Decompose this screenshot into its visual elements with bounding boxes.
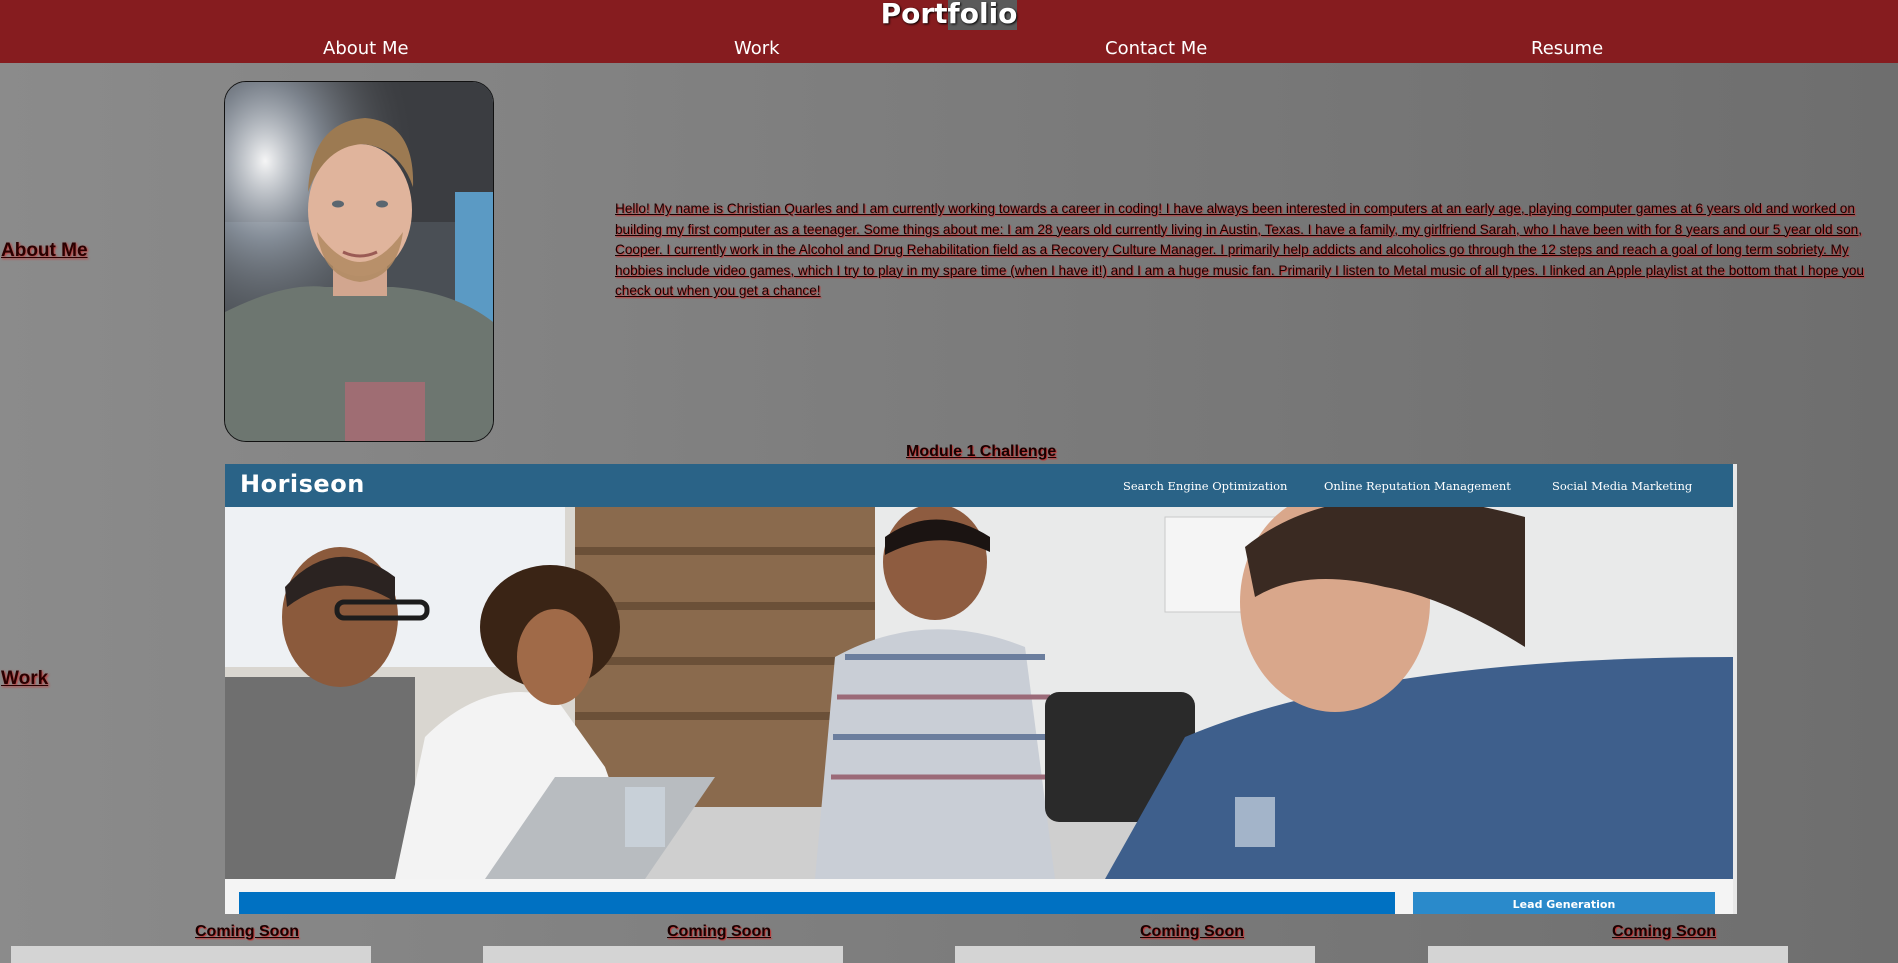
nav-work[interactable]: Work xyxy=(734,38,780,60)
coming-soon-label-1: Coming Soon xyxy=(195,923,299,940)
screenshot-nav-seo: Search Engine Optimization xyxy=(1123,479,1288,493)
project-title-module-1[interactable]: Module 1 Challenge xyxy=(906,443,1056,461)
screenshot-hero-image xyxy=(225,507,1733,879)
screenshot-nav-orm: Online Reputation Management xyxy=(1324,479,1511,493)
site-title-part1: Port xyxy=(880,0,948,30)
screenshot-header: Horiseon Search Engine Optimization Onli… xyxy=(225,464,1733,507)
coming-soon-label-2: Coming Soon xyxy=(667,923,771,940)
site-title: Portfolio xyxy=(0,0,1898,30)
coming-soon-box-3 xyxy=(955,946,1315,963)
screenshot-cta-box: Lead Generation xyxy=(1413,892,1715,914)
nav-about-me[interactable]: About Me xyxy=(323,38,409,60)
coming-soon-label-4: Coming Soon xyxy=(1612,923,1716,940)
coming-soon-label-3: Coming Soon xyxy=(1140,923,1244,940)
site-header: Portfolio About Me Work Contact Me Resum… xyxy=(0,0,1898,63)
profile-photo-illustration xyxy=(225,82,493,441)
coming-soon-box-1 xyxy=(11,946,371,963)
coming-soon-box-4 xyxy=(1428,946,1788,963)
work-heading: Work xyxy=(1,668,49,689)
screenshot-nav-smm: Social Media Marketing xyxy=(1552,479,1693,493)
site-title-part2: folio xyxy=(947,0,1018,30)
nav-contact-me[interactable]: Contact Me xyxy=(1105,38,1207,60)
project-screenshot-horiseon[interactable]: Horiseon Search Engine Optimization Onli… xyxy=(225,464,1737,914)
screenshot-blue-bar xyxy=(239,892,1395,914)
screenshot-brand: Horiseon xyxy=(240,470,365,498)
nav-resume[interactable]: Resume xyxy=(1531,38,1603,60)
profile-photo xyxy=(224,81,494,442)
about-me-bio: Hello! My name is Christian Quarles and … xyxy=(615,201,1864,298)
screenshot-cta-label: Lead Generation xyxy=(1512,898,1616,911)
screenshot-edge xyxy=(1733,464,1737,914)
about-me-heading: About Me xyxy=(1,240,88,261)
coming-soon-box-2 xyxy=(483,946,843,963)
